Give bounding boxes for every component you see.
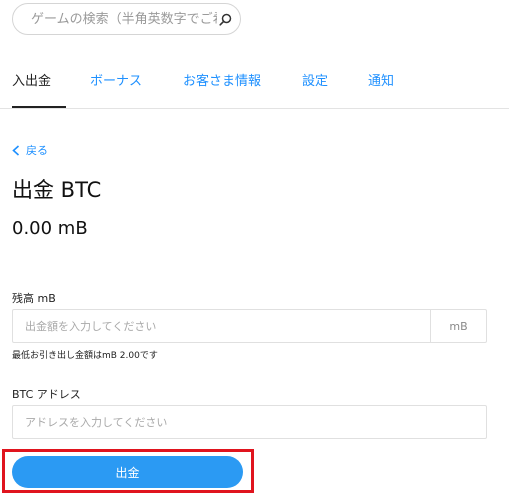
back-label: 戻る [26, 144, 48, 157]
address-label: BTC アドレス [12, 388, 81, 401]
game-search-box[interactable] [12, 3, 241, 35]
amount-input[interactable] [13, 310, 430, 342]
back-link[interactable]: 戻る [12, 142, 48, 158]
amount-label: 残高 mB [12, 292, 56, 305]
minimum-withdrawal-note: 最低お引き出し金額はmB 2.00です [12, 351, 158, 361]
active-tab-indicator [12, 106, 66, 108]
tab-deposit-withdraw[interactable]: 入出金 [12, 70, 51, 89]
tab-notifications[interactable]: 通知 [368, 70, 394, 89]
withdraw-button[interactable]: 出金 [12, 456, 243, 488]
amount-unit: mB [430, 310, 486, 342]
chevron-left-icon [12, 144, 20, 156]
account-tabs: 入出金 ボーナス お客さま情報 設定 通知 [0, 60, 509, 109]
game-search-input[interactable] [29, 10, 219, 28]
page-title: 出金 BTC [12, 178, 102, 202]
tab-customer-info[interactable]: お客さま情報 [183, 70, 261, 89]
amount-input-group: mB [12, 309, 487, 343]
tab-bonus[interactable]: ボーナス [90, 70, 142, 89]
search-icon[interactable] [219, 13, 232, 26]
withdraw-page: 入出金 ボーナス お客さま情報 設定 通知 戻る 出金 BTC 0.00 mB … [0, 0, 509, 496]
tab-settings[interactable]: 設定 [302, 70, 328, 89]
balance-display: 0.00 mB [12, 218, 88, 239]
btc-address-input[interactable] [12, 405, 487, 439]
